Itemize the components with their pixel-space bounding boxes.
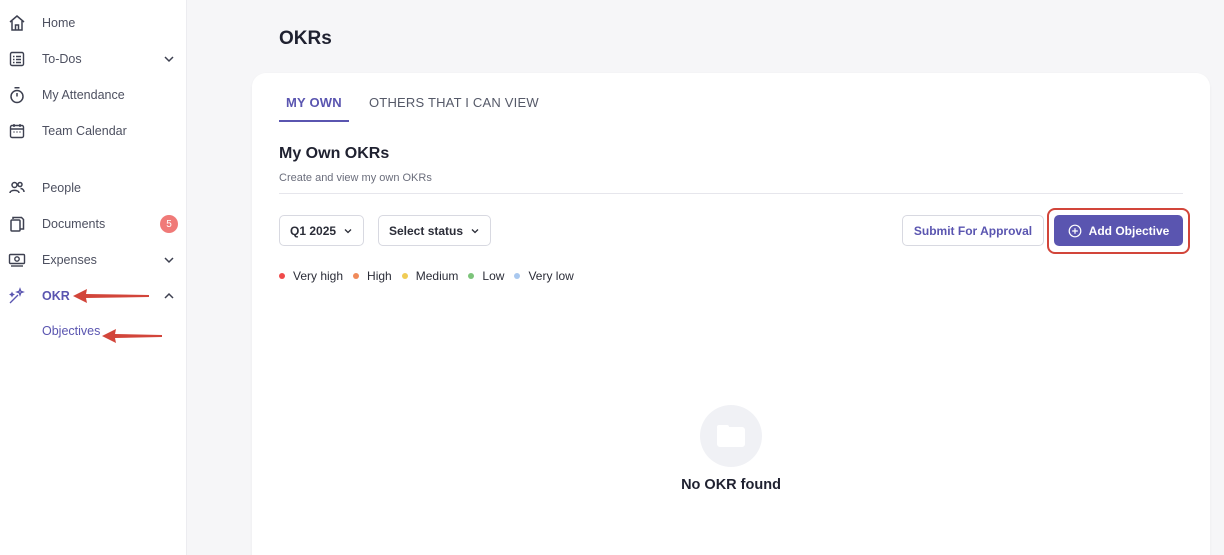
section-title: My Own OKRs — [279, 145, 390, 162]
page-title: OKRs — [279, 28, 332, 49]
submit-for-approval-button[interactable]: Submit For Approval — [902, 215, 1044, 246]
people-icon — [8, 179, 26, 197]
section-subtitle: Create and view my own OKRs — [279, 172, 432, 184]
legend-item: Medium — [401, 269, 459, 283]
quarter-select-value: Q1 2025 — [290, 223, 337, 238]
legend-item: High — [353, 269, 392, 283]
sidebar-item-label: OKR — [42, 289, 70, 303]
sidebar-item-label: To-Dos — [42, 52, 82, 66]
status-select[interactable]: Select status — [378, 215, 492, 246]
status-select-value: Select status — [389, 223, 464, 238]
sidebar-item-label: Home — [42, 16, 76, 30]
legend-label: Medium — [415, 269, 459, 283]
folder-icon — [717, 425, 745, 447]
sidebar-item-team-calendar[interactable]: Team Calendar — [0, 116, 187, 146]
legend-item: Low — [468, 269, 504, 283]
chevron-up-icon[interactable] — [162, 289, 176, 303]
sidebar-item-todos[interactable]: To-Dos — [0, 44, 187, 74]
chevron-down-icon — [344, 228, 352, 233]
empty-state-message: No OKR found — [681, 477, 781, 493]
sidebar-item-label: Team Calendar — [42, 124, 127, 138]
legend-dot — [401, 273, 408, 279]
legend-label: Low — [482, 269, 505, 283]
money-icon — [8, 251, 26, 269]
legend-label: Very low — [528, 269, 574, 283]
sidebar-item-my-attendance[interactable]: My Attendance — [0, 80, 187, 110]
sidebar-item-label: Expenses — [42, 253, 97, 267]
divider — [279, 193, 1183, 194]
sidebar-item-expenses[interactable]: Expenses — [0, 245, 187, 275]
stopwatch-icon — [8, 86, 26, 104]
legend-dot — [468, 273, 475, 279]
okr-card: MY OWN OTHERS THAT I CAN VIEW My Own OKR… — [252, 73, 1210, 555]
chevron-down-icon — [471, 228, 479, 233]
documents-icon — [8, 215, 26, 233]
legend-item: Very low — [514, 269, 574, 283]
sidebar-item-people[interactable]: People — [0, 173, 187, 203]
legend-item: Very high — [279, 269, 343, 283]
sidebar-item-documents[interactable]: Documents 5 — [0, 209, 187, 239]
wand-icon — [8, 287, 26, 305]
legend-dot — [279, 273, 285, 279]
app: Home To-Dos My Attendance Team Calendar … — [0, 0, 1224, 555]
calendar-icon — [8, 122, 26, 140]
sidebar-subitem-objectives[interactable]: Objectives — [42, 324, 100, 338]
tab-my-own[interactable]: MY OWN — [279, 95, 349, 122]
legend-label: Very high — [293, 269, 344, 283]
sidebar-item-label: My Attendance — [42, 88, 125, 102]
empty-state-illustration — [700, 405, 762, 467]
home-icon — [8, 14, 26, 32]
quarter-select[interactable]: Q1 2025 — [279, 215, 365, 246]
annotation-arrow-objectives — [102, 329, 162, 343]
annotation-arrow-okr — [73, 289, 149, 303]
legend-dot — [514, 273, 521, 279]
checklist-icon — [8, 50, 26, 68]
legend-label: High — [367, 269, 392, 283]
add-objective-label: Add Objective — [1088, 223, 1170, 238]
add-objective-button[interactable]: Add Objective — [1054, 215, 1183, 246]
documents-count-badge: 5 — [160, 215, 178, 233]
plus-circle-icon — [1068, 224, 1082, 237]
tab-others-that-i-can-view[interactable]: OTHERS THAT I CAN VIEW — [369, 95, 539, 122]
sidebar: Home To-Dos My Attendance Team Calendar … — [0, 0, 187, 555]
chevron-down-icon[interactable] — [162, 52, 176, 66]
sidebar-item-label: Documents — [42, 217, 106, 231]
chevron-down-icon[interactable] — [162, 253, 176, 267]
legend-dot — [353, 273, 360, 279]
sidebar-item-label: People — [42, 181, 81, 195]
priority-legend: Very high High Medium Low Very low — [279, 269, 584, 283]
sidebar-item-home[interactable]: Home — [0, 8, 187, 38]
